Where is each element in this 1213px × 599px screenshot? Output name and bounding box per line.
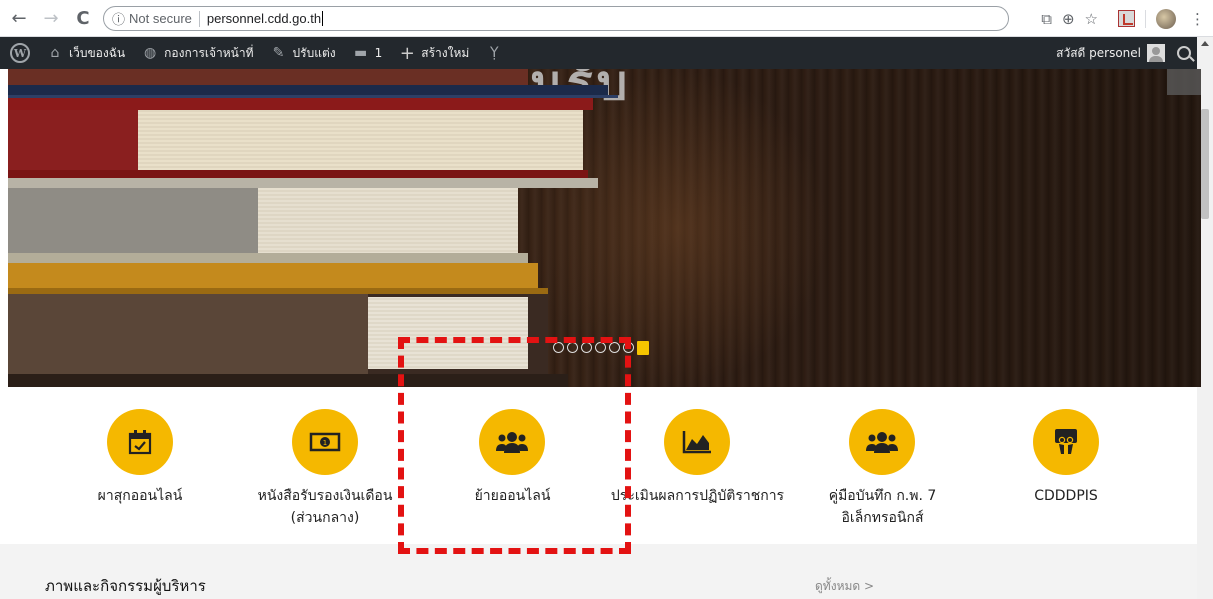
address-bar[interactable]: ⓘ Not secure personnel.cdd.go.th bbox=[103, 6, 1009, 31]
tile-label: ประเมินผลการปฏิบัติราชการ bbox=[605, 485, 790, 507]
url-text[interactable]: personnel.cdd.go.th bbox=[207, 11, 321, 26]
calendar-check-icon bbox=[128, 430, 152, 455]
home-icon: ⌂ bbox=[50, 45, 60, 61]
tile-icon-circle bbox=[664, 409, 730, 475]
info-icon[interactable]: ⓘ bbox=[112, 9, 125, 28]
translate-icon[interactable]: ⧉ bbox=[1041, 10, 1052, 28]
menu-icon[interactable]: ⋮ bbox=[1190, 10, 1205, 28]
scroll-up-arrow-icon[interactable] bbox=[1201, 41, 1209, 46]
security-label: Not secure bbox=[129, 11, 192, 26]
omnibox-separator bbox=[198, 10, 200, 27]
wp-admin-bar: W ⌂ เว็บของฉัน ◍ กองการเจ้าหน้าที่ ✎ ปรั… bbox=[0, 37, 1197, 69]
tile-label: ผาสุกออนไลน์ bbox=[90, 485, 190, 507]
admin-item-customize[interactable]: ✎ ปรับแต่ง bbox=[262, 37, 344, 69]
admin-item-label: กองการเจ้าหน้าที่ bbox=[164, 45, 254, 60]
tile-label-line: คู่มือบันทึก ก.พ. 7 bbox=[828, 488, 937, 504]
profile-avatar-icon[interactable] bbox=[1156, 8, 1176, 29]
tile-icon-circle bbox=[1033, 409, 1099, 475]
admin-item-comments[interactable]: ▬ 1 bbox=[344, 37, 391, 69]
tile-label: หนังสือรับรองเงินเดือน (ส่วนกลาง) bbox=[230, 485, 420, 529]
area-chart-icon bbox=[682, 431, 711, 454]
users-icon bbox=[866, 432, 898, 453]
wordpress-logo-icon: W bbox=[10, 43, 30, 63]
admin-item-label: ปรับแต่ง bbox=[292, 45, 336, 60]
search-icon[interactable] bbox=[1177, 46, 1191, 60]
admin-item-my-sites[interactable]: ⌂ เว็บของฉัน bbox=[38, 37, 133, 69]
zoom-icon[interactable]: ⊕ bbox=[1062, 10, 1075, 28]
tile-label-line: ผาสุกออนไลน์ bbox=[97, 488, 183, 504]
tile-label: CDDDPIS bbox=[1015, 485, 1117, 507]
admin-item-yoast[interactable]: Ỵ bbox=[477, 37, 516, 69]
yoast-icon: Ỵ bbox=[490, 45, 499, 61]
greeting-text[interactable]: สวัสดี personel bbox=[1056, 44, 1141, 63]
comment-count: 1 bbox=[374, 46, 383, 60]
forward-button[interactable]: → bbox=[38, 5, 64, 31]
slider-dot[interactable] bbox=[637, 341, 649, 355]
brush-icon: ✎ bbox=[272, 45, 285, 61]
plus-icon: + bbox=[399, 42, 415, 64]
tile-label: คู่มือบันทึก ก.พ. 7 อิเล็กทรอนิกส์ bbox=[805, 485, 960, 529]
tile-label-line: ประเมินผลการปฏิบัติราชการ bbox=[610, 488, 785, 504]
back-arrow-icon: ← bbox=[11, 7, 27, 29]
scroll-thumb[interactable] bbox=[1201, 109, 1209, 219]
browser-toolbar: ← → C ⓘ Not secure personnel.cdd.go.th ⧉… bbox=[0, 0, 1213, 37]
back-button[interactable]: ← bbox=[6, 5, 32, 31]
reload-button[interactable]: C bbox=[70, 5, 96, 31]
money-icon: 1 bbox=[309, 432, 341, 452]
text-caret bbox=[322, 11, 324, 26]
tile-label-line: CDDDPIS bbox=[1034, 488, 1098, 504]
slider-next-button[interactable] bbox=[1167, 69, 1201, 95]
dashboard-icon: ◍ bbox=[144, 45, 157, 61]
see-all-link[interactable]: ดูทั้งหมด > bbox=[815, 577, 874, 596]
svg-text:1: 1 bbox=[323, 439, 327, 447]
tile-label-line: อิเล็กทรอนิกส์ bbox=[841, 510, 924, 526]
reload-icon: C bbox=[76, 7, 90, 29]
tile-icon-circle: 1 bbox=[292, 409, 358, 475]
admin-item-label: เว็บของฉัน bbox=[69, 45, 126, 60]
toolbar-separator bbox=[1145, 9, 1146, 28]
pdf-extension-icon[interactable] bbox=[1118, 10, 1135, 27]
tile-icon-circle bbox=[107, 409, 173, 475]
forward-arrow-icon: → bbox=[43, 7, 59, 29]
admin-item-label: สร้างใหม่ bbox=[421, 45, 470, 60]
browser-actions: ⧉ ⊕ ☆ ⋮ bbox=[1041, 6, 1209, 31]
admin-bar-right: สวัสดี personel bbox=[1056, 37, 1191, 69]
tile-icon-circle bbox=[849, 409, 915, 475]
section-title: ภาพและกิจกรรมผู้บริหาร bbox=[45, 577, 206, 595]
bookmark-star-icon[interactable]: ☆ bbox=[1085, 10, 1098, 28]
tile-label-line: (ส่วนกลาง) bbox=[290, 510, 360, 526]
wp-logo-button[interactable]: W bbox=[0, 37, 38, 69]
highlight-annotation bbox=[398, 337, 631, 554]
slideshare-icon bbox=[1055, 429, 1077, 454]
comment-icon: ▬ bbox=[353, 45, 368, 61]
tile-label-line: หนังสือรับรองเงินเดือน bbox=[257, 488, 393, 504]
admin-item-new[interactable]: + สร้างใหม่ bbox=[390, 37, 477, 69]
admin-item-site-name[interactable]: ◍ กองการเจ้าหน้าที่ bbox=[133, 37, 261, 69]
user-avatar-icon[interactable] bbox=[1147, 44, 1165, 62]
